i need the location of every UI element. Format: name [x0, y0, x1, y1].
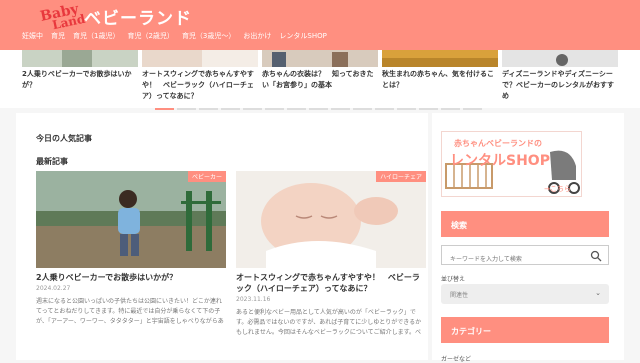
- carousel-dot[interactable]: [265, 108, 284, 110]
- nav-item-outing[interactable]: お出かけ: [243, 31, 271, 41]
- search-box: [441, 245, 609, 269]
- site-name: ベビーランド: [84, 9, 192, 29]
- slide-title: オートスウィングで赤ちゃんすやすや！ ベビーラック（ハイローチェア）ってなあに？: [142, 70, 254, 100]
- carousel-slide[interactable]: 赤ちゃんの衣装は？ 知っておきたい「お宮参り」の基本: [262, 50, 378, 108]
- slide-title: 秋生まれの赤ちゃん、気を付けることは？: [382, 70, 494, 89]
- popular-articles-heading: 今日の人気記事: [36, 134, 92, 143]
- nav-item-pregnancy[interactable]: 妊娠中: [22, 31, 43, 41]
- carousel-dot[interactable]: [397, 108, 416, 110]
- slide-thumbnail: [262, 50, 378, 67]
- nav-item-childcare-3yr[interactable]: 育児（3歳児〜）: [182, 31, 235, 41]
- carousel-dot[interactable]: [221, 108, 240, 110]
- carousel-dot[interactable]: [177, 108, 196, 110]
- babyland-logo-mark: Baby Land: [38, 1, 87, 32]
- slide-thumbnail: [142, 50, 258, 67]
- article-excerpt: 週末になると公園いっぱいの子供たちは公園にいきたい！どこか連れてってとおねだりし…: [36, 298, 224, 325]
- slide-title: ディズニーランドやディズニーシーで？ベビーカーのレンタルがおすすめ: [502, 70, 614, 100]
- search-input[interactable]: [442, 250, 582, 269]
- slide-thumbnail: [22, 50, 138, 67]
- carousel-dot[interactable]: [243, 108, 262, 110]
- category-widget-heading: カテゴリー: [441, 317, 609, 343]
- carousel-dot[interactable]: [375, 108, 394, 110]
- carousel-dot[interactable]: [441, 108, 460, 110]
- carousel-dot[interactable]: [331, 108, 350, 110]
- article-card[interactable]: ベビーカー 2人乗りベビーカーでお散歩はいかが？ 2024.02.27 週末にな…: [36, 171, 226, 327]
- site-logo[interactable]: Baby Land ベビーランド: [38, 1, 192, 32]
- featured-carousel: 2人乗りベビーカーでお散歩はいかが？ オートスウィングで赤ちゃんすやすや！ ベビ…: [0, 50, 640, 108]
- sort-select[interactable]: 関連性 ⌄: [441, 284, 609, 304]
- sleeping-baby-photo: [236, 171, 426, 268]
- nav-item-childcare-2yr[interactable]: 育児（2歳児）: [127, 31, 173, 41]
- carousel-dot[interactable]: [309, 108, 328, 110]
- sort-label: 並び替え: [441, 276, 466, 283]
- nav-item-childcare-1yr[interactable]: 育児（1歳児）: [73, 31, 119, 41]
- global-nav: 妊娠中 育児 育児（1歳児） 育児（2歳児） 育児（3歳児〜） お出かけ レンタ…: [22, 31, 327, 41]
- article-excerpt: あると便利なベビー用品として人気が高いのが「ベビーラック」です。必需品ではないの…: [236, 309, 422, 336]
- site-header: Baby Land ベビーランド 妊娠中 育児 育児（1歳児） 育児（2歳児） …: [0, 0, 640, 50]
- carousel-slide[interactable]: ディズニーランドやディズニーシーで？ベビーカーのレンタルがおすすめ: [502, 50, 618, 108]
- category-item[interactable]: ガーゼなど: [441, 354, 471, 363]
- carousel-slide[interactable]: 秋生まれの赤ちゃん、気を付けることは？: [382, 50, 498, 108]
- carousel-slide[interactable]: 2人乗りベビーカーでお散歩はいかが？: [22, 50, 138, 108]
- rental-shop-banner[interactable]: 赤ちゃんベビーランドの レンタルSHOP →こちら: [441, 131, 582, 197]
- article-category-badge[interactable]: ハイローチェア: [376, 171, 426, 182]
- article-card[interactable]: ハイローチェア オートスウィングで赤ちゃんすやすや！ ベビーラック（ハイローチェ…: [236, 171, 426, 338]
- sidebar: 赤ちゃんベビーランドの レンタルSHOP →こちら 検索 並び替え 関連性 ⌄ …: [432, 113, 624, 363]
- main-content: 今日の人気記事 最新記事 ベビーカー 2人乗りベビーカーでお散歩はいかが？ 20…: [16, 113, 428, 360]
- banner-title: レンタルSHOP: [450, 153, 550, 169]
- article-category-badge[interactable]: ベビーカー: [187, 171, 226, 182]
- search-icon[interactable]: [590, 250, 602, 262]
- article-date: 2023.11.16: [236, 296, 271, 303]
- carousel-pagination: [155, 108, 482, 110]
- nav-item-childcare[interactable]: 育児: [51, 31, 65, 41]
- article-title[interactable]: 2人乗りベビーカーでお散歩はいかが？: [36, 272, 226, 283]
- carousel-slide[interactable]: オートスウィングで赤ちゃんすやすや！ ベビーラック（ハイローチェア）ってなあに？: [142, 50, 258, 108]
- sort-selected-value: 関連性: [450, 292, 469, 299]
- article-thumbnail: ベビーカー: [36, 171, 226, 268]
- banner-link[interactable]: →こちら: [544, 184, 571, 194]
- carousel-dot[interactable]: [287, 108, 306, 110]
- banner-subtitle: 赤ちゃんベビーランドの: [454, 139, 542, 148]
- carousel-dot[interactable]: [419, 108, 438, 110]
- article-title[interactable]: オートスウィングで赤ちゃんすやすや！ ベビーラック（ハイローチェア）ってなあに？: [236, 272, 426, 294]
- toddler-park-photo: [36, 171, 226, 268]
- carousel-dot[interactable]: [353, 108, 372, 110]
- nav-item-rental-shop[interactable]: レンタルSHOP: [279, 31, 326, 41]
- carousel-dot[interactable]: [463, 108, 482, 110]
- slide-title: 2人乗りベビーカーでお散歩はいかが？: [22, 70, 132, 89]
- article-date: 2024.02.27: [36, 285, 71, 292]
- search-widget-heading: 検索: [441, 211, 609, 237]
- slide-thumbnail: [502, 50, 618, 67]
- carousel-dot[interactable]: [199, 108, 218, 110]
- slide-title: 赤ちゃんの衣装は？ 知っておきたい「お宮参り」の基本: [262, 70, 374, 89]
- latest-articles-heading: 最新記事: [36, 157, 68, 166]
- chevron-down-icon: ⌄: [595, 289, 601, 297]
- article-thumbnail: ハイローチェア: [236, 171, 426, 268]
- slide-thumbnail: [382, 50, 498, 67]
- carousel-dot[interactable]: [155, 108, 174, 110]
